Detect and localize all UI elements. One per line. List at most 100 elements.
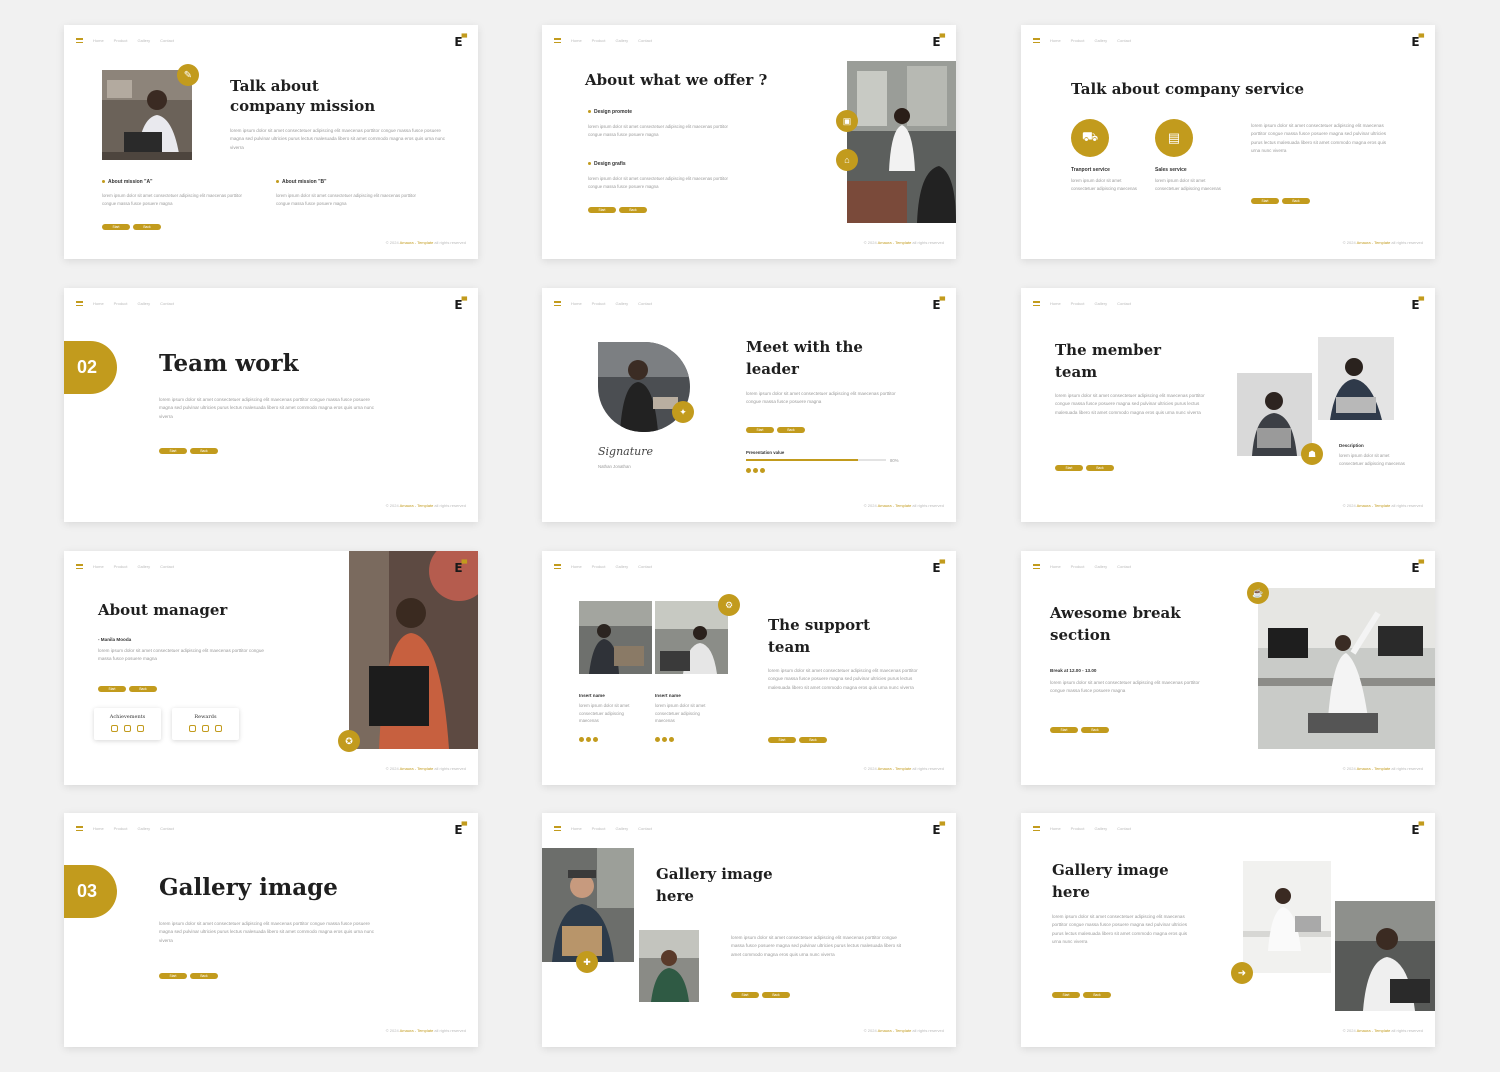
start-button[interactable]: Start: [159, 973, 187, 979]
start-button[interactable]: Start: [102, 224, 130, 230]
back-button[interactable]: Back: [1081, 727, 1109, 733]
menu-icon[interactable]: [1033, 826, 1040, 831]
nav-home[interactable]: Home: [1050, 826, 1061, 831]
nav-home[interactable]: Home: [1050, 38, 1061, 43]
start-button[interactable]: Start: [1052, 992, 1080, 998]
menu-icon[interactable]: [76, 564, 83, 569]
slide-member-team[interactable]: Home Product Gallery Contact E▀ The member …: [1021, 288, 1435, 522]
nav-home[interactable]: Home: [93, 564, 104, 569]
nav-home[interactable]: Home: [571, 38, 582, 43]
back-button[interactable]: Back: [799, 737, 827, 743]
nav-home[interactable]: Home: [571, 826, 582, 831]
start-button[interactable]: Start: [1050, 727, 1078, 733]
nav-product[interactable]: Product: [592, 301, 606, 306]
nav-gallery[interactable]: Gallery: [1094, 301, 1107, 306]
slide-break-section[interactable]: Home Product Gallery Contact E▀ Awesome bre…: [1021, 551, 1435, 785]
social-icon-3[interactable]: [669, 737, 674, 742]
start-button[interactable]: Start: [746, 427, 774, 433]
slide-gallery-section[interactable]: Home Product Gallery Contact E▀ 03 Gallery …: [64, 813, 478, 1047]
menu-icon[interactable]: [1033, 564, 1040, 569]
start-button[interactable]: Start: [159, 448, 187, 454]
nav-home[interactable]: Home: [571, 564, 582, 569]
social-icon-2[interactable]: [753, 468, 758, 473]
back-button[interactable]: Back: [129, 686, 157, 692]
social-icon-2[interactable]: [586, 737, 591, 742]
nav-gallery[interactable]: Gallery: [1094, 826, 1107, 831]
menu-icon[interactable]: [76, 38, 83, 43]
menu-icon[interactable]: [76, 301, 83, 306]
nav-product[interactable]: Product: [592, 826, 606, 831]
nav-contact[interactable]: Contact: [1117, 564, 1131, 569]
nav-product[interactable]: Product: [114, 301, 128, 306]
nav-product[interactable]: Product: [114, 826, 128, 831]
nav-contact[interactable]: Contact: [160, 826, 174, 831]
menu-icon[interactable]: [554, 564, 561, 569]
menu-icon[interactable]: [76, 826, 83, 831]
nav-contact[interactable]: Contact: [1117, 301, 1131, 306]
menu-icon[interactable]: [554, 38, 561, 43]
nav-gallery[interactable]: Gallery: [615, 301, 628, 306]
nav-product[interactable]: Product: [1071, 38, 1085, 43]
social-icon-2[interactable]: [662, 737, 667, 742]
start-button[interactable]: Start: [98, 686, 126, 692]
social-icon-1[interactable]: [746, 468, 751, 473]
nav-gallery[interactable]: Gallery: [137, 826, 150, 831]
nav-contact[interactable]: Contact: [1117, 826, 1131, 831]
nav-product[interactable]: Product: [1071, 564, 1085, 569]
social-icons[interactable]: [746, 468, 765, 473]
social-icons-a[interactable]: [579, 737, 598, 742]
nav-product[interactable]: Product: [1071, 826, 1085, 831]
slide-company-mission[interactable]: Home Product Gallery Contact E▀ ✎ Talk abou…: [64, 25, 478, 259]
nav-product[interactable]: Product: [592, 38, 606, 43]
nav-home[interactable]: Home: [93, 826, 104, 831]
nav-gallery[interactable]: Gallery: [137, 38, 150, 43]
nav-gallery[interactable]: Gallery: [615, 38, 628, 43]
nav-gallery[interactable]: Gallery: [615, 564, 628, 569]
back-button[interactable]: Back: [619, 207, 647, 213]
nav-contact[interactable]: Contact: [638, 564, 652, 569]
social-icon-1[interactable]: [579, 737, 584, 742]
slide-gallery-image-b[interactable]: Home Product Gallery Contact E▀ Gallery ima…: [1021, 813, 1435, 1047]
menu-icon[interactable]: [1033, 38, 1040, 43]
nav-home[interactable]: Home: [1050, 301, 1061, 306]
back-button[interactable]: Back: [1083, 992, 1111, 998]
nav-home[interactable]: Home: [1050, 564, 1061, 569]
nav-gallery[interactable]: Gallery: [1094, 38, 1107, 43]
back-button[interactable]: Back: [190, 448, 218, 454]
social-icon-1[interactable]: [655, 737, 660, 742]
nav-product[interactable]: Product: [114, 38, 128, 43]
nav-product[interactable]: Product: [114, 564, 128, 569]
back-button[interactable]: Back: [777, 427, 805, 433]
nav-contact[interactable]: Contact: [1117, 38, 1131, 43]
start-button[interactable]: Start: [1055, 465, 1083, 471]
nav-product[interactable]: Product: [1071, 301, 1085, 306]
nav-contact[interactable]: Contact: [638, 301, 652, 306]
arrow-icon[interactable]: ➜: [1231, 962, 1253, 984]
start-button[interactable]: Start: [731, 992, 759, 998]
slide-meet-leader[interactable]: Home Product Gallery Contact E▀ ✦ Signature…: [542, 288, 956, 522]
start-button[interactable]: Start: [768, 737, 796, 743]
nav-home[interactable]: Home: [93, 301, 104, 306]
nav-gallery[interactable]: Gallery: [137, 564, 150, 569]
back-button[interactable]: Back: [133, 224, 161, 230]
slide-team-work[interactable]: Home Product Gallery Contact E▀ 02 Team wor…: [64, 288, 478, 522]
slide-what-we-offer[interactable]: Home Product Gallery Contact E▀ About what …: [542, 25, 956, 259]
nav-contact[interactable]: Contact: [160, 301, 174, 306]
nav-home[interactable]: Home: [571, 301, 582, 306]
back-button[interactable]: Back: [190, 973, 218, 979]
social-icon-3[interactable]: [760, 468, 765, 473]
nav-contact[interactable]: Contact: [638, 38, 652, 43]
back-button[interactable]: Back: [1086, 465, 1114, 471]
nav-gallery[interactable]: Gallery: [1094, 564, 1107, 569]
slide-gallery-image-a[interactable]: Home Product Gallery Contact E▀ ✚ Gallery i…: [542, 813, 956, 1047]
slide-about-manager[interactable]: Home Product Gallery Contact About manager …: [64, 551, 478, 785]
nav-gallery[interactable]: Gallery: [137, 301, 150, 306]
back-button[interactable]: Back: [762, 992, 790, 998]
social-icon-3[interactable]: [593, 737, 598, 742]
start-button[interactable]: Start: [1251, 198, 1279, 204]
achievements-card[interactable]: Achievements: [94, 708, 161, 740]
social-icons-b[interactable]: [655, 737, 674, 742]
menu-icon[interactable]: [554, 826, 561, 831]
nav-product[interactable]: Product: [592, 564, 606, 569]
slide-support-team[interactable]: Home Product Gallery Contact E▀ ⚙ Insert na…: [542, 551, 956, 785]
